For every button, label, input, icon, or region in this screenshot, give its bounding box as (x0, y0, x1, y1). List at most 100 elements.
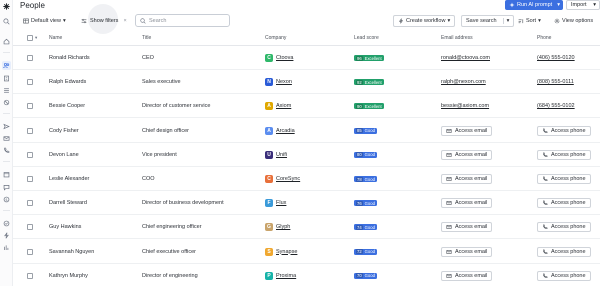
column-header-lead-score[interactable]: Lead score (354, 35, 379, 41)
access-phone-button[interactable]: Access phone (537, 222, 591, 233)
phone-cell[interactable]: (406) 555-0120 (537, 46, 575, 70)
phone-cell[interactable]: Access phone (537, 215, 591, 239)
company-link[interactable]: Arcadia (276, 128, 295, 134)
phone-cell[interactable]: Access phone (537, 264, 591, 286)
company-link[interactable]: Flux (276, 200, 286, 206)
phone-cell[interactable]: Access phone (537, 119, 591, 143)
home-icon[interactable] (2, 37, 11, 46)
company-link[interactable]: Axiom (276, 103, 291, 109)
email-cell[interactable]: Access email (441, 215, 493, 239)
check-icon[interactable] (2, 219, 11, 228)
phone-cell[interactable]: (684) 555-0102 (537, 94, 575, 118)
person-name[interactable]: Ralph Edwards (49, 70, 86, 94)
create-workflow-button[interactable]: Create workflow ▾ (393, 15, 456, 27)
company-cell[interactable]: U Unifi (265, 143, 287, 167)
email-cell[interactable]: Access email (441, 143, 493, 167)
column-header-company[interactable]: Company (265, 35, 286, 41)
email-cell[interactable]: Access email (441, 167, 493, 191)
access-email-button[interactable]: Access email (441, 222, 493, 233)
column-header-title[interactable]: Title (142, 35, 151, 41)
company-cell[interactable]: S Synapse (265, 240, 297, 264)
company-cell[interactable]: G Glyph (265, 215, 290, 239)
access-email-button[interactable]: Access email (441, 198, 493, 209)
person-name[interactable]: Bessie Cooper (49, 94, 85, 118)
phone-cell[interactable]: Access phone (537, 240, 591, 264)
table-row[interactable]: Kathryn Murphy Director of engineering P Pr… (13, 264, 600, 286)
access-phone-button[interactable]: Access phone (537, 270, 591, 281)
chat-icon[interactable] (2, 183, 11, 192)
phone-cell[interactable]: Access phone (537, 143, 591, 167)
chart-icon[interactable] (2, 243, 11, 252)
default-view-dropdown[interactable]: Default view ▾ (23, 15, 66, 27)
phone-cell[interactable]: Access phone (537, 191, 591, 215)
email-cell[interactable]: ralph@nexon.com (441, 70, 486, 94)
access-phone-button[interactable]: Access phone (537, 174, 591, 184)
column-header-name[interactable]: Name (49, 35, 62, 41)
row-checkbox[interactable] (27, 215, 33, 239)
company-cell[interactable]: P Proxima (265, 264, 296, 286)
access-email-button[interactable]: Access email (441, 246, 493, 257)
phone-link[interactable]: (684) 555-0102 (537, 103, 575, 109)
email-link[interactable]: ralph@nexon.com (441, 79, 486, 85)
company-cell[interactable]: A Arcadia (265, 119, 295, 143)
company-link[interactable]: Unifi (276, 152, 287, 158)
phone-cell[interactable]: (808) 555-0111 (537, 70, 574, 94)
person-name[interactable]: Leslie Alexander (49, 167, 89, 191)
table-row[interactable]: Ralph Edwards Sales executive N Nexon 92 Exce… (13, 70, 600, 95)
table-row[interactable]: Leslie Alexander COO C CoreSync 78 Good Access… (13, 167, 600, 191)
person-name[interactable]: Ronald Richards (49, 46, 90, 70)
row-checkbox[interactable] (27, 264, 33, 286)
row-checkbox[interactable] (27, 119, 33, 143)
email-cell[interactable]: Access email (441, 119, 493, 143)
save-search-button[interactable]: Save search ▾ (461, 15, 515, 27)
table-row[interactable]: Darrell Steward Director of business deve… (13, 191, 600, 216)
people-icon[interactable] (2, 61, 11, 70)
access-phone-button[interactable]: Access phone (537, 246, 591, 257)
search-icon[interactable] (2, 17, 11, 26)
run-ai-prompt-button[interactable]: Run AI prompt ▾ (505, 0, 563, 10)
company-link[interactable]: Glyph (276, 224, 290, 230)
select-all-checkbox[interactable]: ▾ (27, 35, 37, 41)
access-email-button[interactable]: Access email (441, 174, 493, 184)
company-cell[interactable]: F Flux (265, 191, 286, 215)
tag-icon[interactable] (2, 98, 11, 107)
access-email-button[interactable]: Access email (441, 270, 493, 281)
send-icon[interactable] (2, 122, 11, 131)
person-name[interactable]: Darrell Steward (49, 191, 87, 215)
person-name[interactable]: Savannah Nguyen (49, 240, 94, 264)
email-link[interactable]: ronald@ctoova.com (441, 55, 490, 61)
column-header-phone[interactable]: Phone (537, 35, 551, 41)
table-row[interactable]: Savannah Nguyen Chief executive officer S S… (13, 240, 600, 264)
row-checkbox[interactable] (27, 191, 33, 215)
table-row[interactable]: Bessie Cooper Director of customer servic… (13, 94, 600, 119)
company-link[interactable]: Nexon (276, 79, 292, 85)
row-checkbox[interactable] (27, 70, 33, 94)
company-cell[interactable]: A Axiom (265, 94, 291, 118)
email-cell[interactable]: Access email (441, 191, 493, 215)
show-filters-button[interactable]: Show filters × (81, 15, 127, 27)
access-phone-button[interactable]: Access phone (537, 149, 591, 160)
company-link[interactable]: CoreSync (276, 176, 300, 182)
person-name[interactable]: Guy Hawkins (49, 215, 81, 239)
company-link[interactable]: Synapse (276, 249, 297, 255)
row-checkbox[interactable] (27, 143, 33, 167)
email-cell[interactable]: Access email (441, 240, 493, 264)
search-field[interactable] (135, 14, 230, 27)
row-checkbox[interactable] (27, 167, 33, 191)
company-cell[interactable]: N Nexon (265, 70, 292, 94)
calendar-icon[interactable] (2, 170, 11, 179)
access-phone-button[interactable]: Access phone (537, 198, 591, 209)
company-link[interactable]: Ctoova (276, 55, 293, 61)
phone-link[interactable]: (808) 555-0111 (537, 79, 574, 85)
company-cell[interactable]: C Ctoova (265, 46, 293, 70)
person-name[interactable]: Devon Lane (49, 143, 79, 167)
access-email-button[interactable]: Access email (441, 149, 493, 160)
row-checkbox[interactable] (27, 94, 33, 118)
search-input[interactable] (149, 17, 224, 24)
table-row[interactable]: Cody Fisher Chief design officer A Arcadia 8… (13, 119, 600, 143)
access-email-button[interactable]: Access email (441, 125, 493, 136)
logo-icon[interactable] (2, 2, 11, 11)
table-row[interactable]: Devon Lane Vice president U Unifi 80 Good Acce… (13, 143, 600, 167)
phone-cell[interactable]: Access phone (537, 167, 591, 191)
building-icon[interactable] (2, 74, 11, 83)
